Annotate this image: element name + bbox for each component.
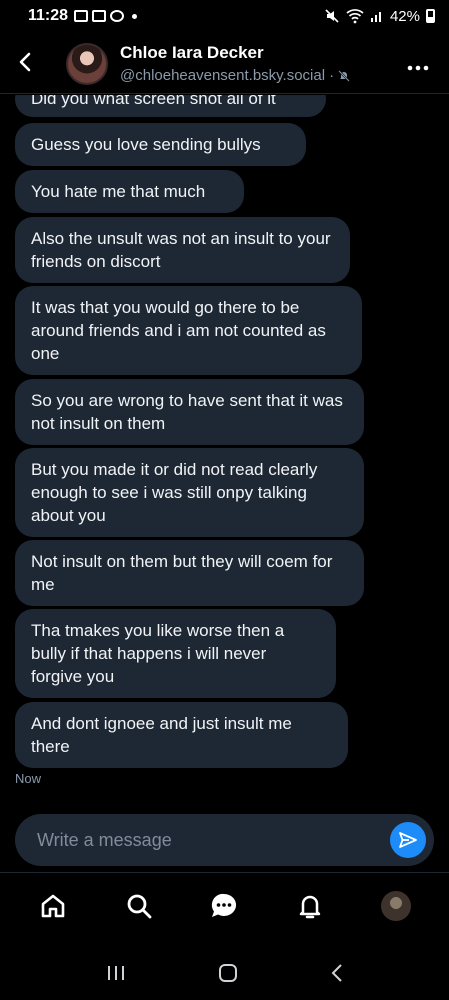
message-bubble[interactable]: Also the unsult was not an insult to you… xyxy=(15,217,350,283)
chat-icon xyxy=(212,893,237,917)
message-bubble[interactable]: You hate me that much xyxy=(15,170,244,213)
status-bar: 11:28 42% xyxy=(0,0,449,32)
message-input[interactable] xyxy=(37,829,357,851)
battery-icon xyxy=(426,9,435,23)
battery-percent: 42% xyxy=(389,7,420,25)
notification-icons xyxy=(74,10,138,22)
message-timestamp: Now xyxy=(15,771,42,786)
home-button-icon[interactable] xyxy=(217,962,239,984)
send-button[interactable] xyxy=(390,822,426,858)
signal-icon xyxy=(370,12,381,22)
more-horizontal-icon xyxy=(407,65,429,70)
message-bubble[interactable]: And dont ignoee and just insult me there xyxy=(15,702,348,768)
avatar[interactable] xyxy=(66,42,108,85)
message-bubble[interactable]: So you are wrong to have sent that it wa… xyxy=(15,379,364,445)
bell-off-icon xyxy=(338,69,350,82)
app-icon xyxy=(110,10,125,22)
mute-status-icon xyxy=(325,9,339,23)
nav-search[interactable] xyxy=(117,884,161,928)
contact-name: Chloe Iara Decker xyxy=(120,43,264,62)
message-bubble[interactable]: Guess you love sending bullys xyxy=(15,123,306,166)
gallery-icon xyxy=(74,10,89,22)
status-time: 11:28 xyxy=(28,7,69,24)
nav-notifications[interactable] xyxy=(288,884,332,928)
nav-home[interactable] xyxy=(31,884,75,928)
message-bubble[interactable]: Did you what screen shot all of it xyxy=(15,95,326,117)
nav-chat[interactable] xyxy=(202,884,246,928)
bottom-navigation xyxy=(0,872,449,938)
back-button[interactable] xyxy=(18,48,58,79)
message-bubble[interactable]: But you made it or did not read clearly … xyxy=(15,448,364,537)
message-composer xyxy=(15,814,434,866)
system-navigation xyxy=(0,945,449,1000)
separator: · xyxy=(329,67,335,84)
message-bubble[interactable]: Tha tmakes you like worse then a bully i… xyxy=(15,609,336,698)
message-list[interactable]: Did you what screen shot all of it Guess… xyxy=(0,95,449,795)
message-bubble[interactable]: It was that you would go there to be aro… xyxy=(15,286,362,375)
message-bubble[interactable]: Not insult on them but they will coem fo… xyxy=(15,540,364,606)
send-icon xyxy=(399,832,417,848)
conversation-header: Chloe Iara Decker @chloeheavensent.bsky.… xyxy=(0,34,449,94)
home-icon xyxy=(41,894,65,917)
nav-profile[interactable] xyxy=(374,884,418,928)
more-notifications-dot xyxy=(132,13,138,19)
handle-row: @chloeheavensent.bsky.social · xyxy=(120,67,350,84)
chevron-left-icon xyxy=(19,52,31,72)
youtube-icon xyxy=(92,10,107,22)
status-right: 42% xyxy=(324,8,435,25)
wifi-icon xyxy=(346,9,364,24)
more-options-button[interactable] xyxy=(407,51,429,77)
avatar xyxy=(381,890,412,921)
conversation-title[interactable]: Chloe Iara Decker @chloeheavensent.bsky.… xyxy=(120,43,350,84)
search-icon xyxy=(127,894,152,918)
bell-icon xyxy=(300,895,321,918)
recent-apps-icon[interactable] xyxy=(106,964,126,982)
back-nav-icon[interactable] xyxy=(330,963,344,983)
contact-handle: @chloeheavensent.bsky.social xyxy=(120,67,326,84)
